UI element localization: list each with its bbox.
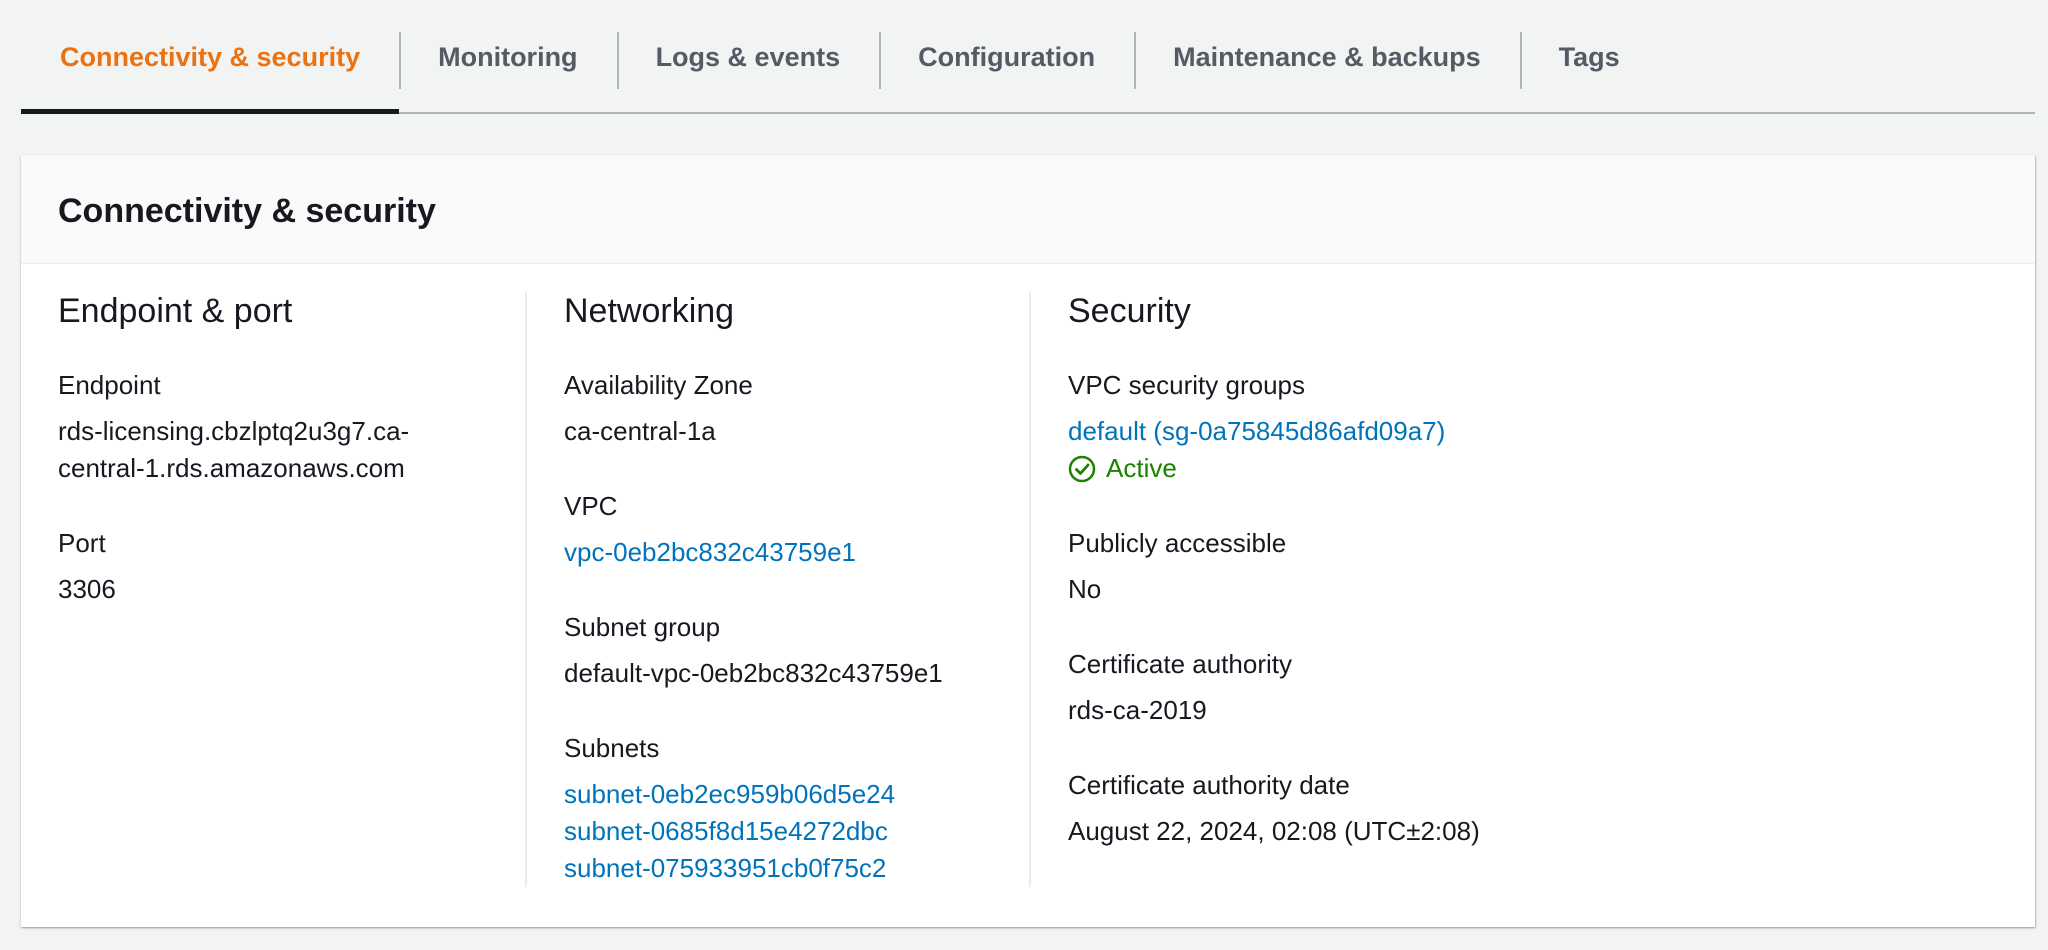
port-value: 3306 [58, 574, 116, 604]
publicly-accessible-label: Publicly accessible [1068, 528, 1287, 558]
endpoint-label: Endpoint [58, 370, 161, 400]
subnet-group-label: Subnet group [564, 612, 721, 642]
availability-zone-field: Availability Zone ca-central-1a [564, 367, 1029, 450]
certificate-authority-date-label: Certificate authority date [1068, 770, 1350, 800]
security-column: Security VPC security groups default (sg… [1029, 291, 1629, 887]
availability-zone-value: ca-central-1a [564, 416, 716, 446]
tab-tags[interactable]: Tags [1519, 0, 1659, 114]
status-text: Active [1106, 453, 1177, 483]
vpc-link[interactable]: vpc-0eb2bc832c43759e1 [564, 534, 1029, 571]
tab-logs-events[interactable]: Logs & events [616, 0, 880, 114]
vpc-security-groups-label: VPC security groups [1068, 370, 1305, 400]
endpoint-port-heading: Endpoint & port [58, 292, 293, 330]
certificate-authority-date-value: August 22, 2024, 02:08 (UTC±2:08) [1068, 816, 1480, 846]
certificate-authority-label: Certificate authority [1068, 649, 1292, 679]
certificate-authority-value: rds-ca-2019 [1068, 695, 1207, 725]
subnet-link[interactable]: subnet-075933951cb0f75c2 [564, 850, 1029, 887]
detail-tabs: Connectivity & security Monitoring Logs … [21, 0, 2035, 114]
vpc-label: VPC [564, 491, 618, 521]
panel-columns: Endpoint & port Endpoint rds-licensing.c… [21, 291, 1629, 887]
vpc-field: VPC vpc-0eb2bc832c43759e1 [564, 488, 1029, 571]
connectivity-security-panel: Connectivity & security Endpoint & port … [21, 155, 2035, 927]
tab-configuration[interactable]: Configuration [879, 0, 1134, 114]
status-badge: Active [1068, 450, 1629, 487]
subnets-field: Subnets subnet-0eb2ec959b06d5e24 subnet-… [564, 730, 1029, 887]
publicly-accessible-value: No [1068, 574, 1102, 604]
certificate-authority-date-field: Certificate authority date August 22, 20… [1068, 767, 1629, 850]
subnets-label: Subnets [564, 733, 660, 763]
security-group-link[interactable]: default (sg-0a75845d86afd09a7) [1068, 413, 1629, 450]
availability-zone-label: Availability Zone [564, 370, 753, 400]
networking-column: Networking Availability Zone ca-central-… [525, 291, 1029, 887]
port-field: Port 3306 [58, 525, 525, 608]
port-label: Port [58, 528, 106, 558]
status-positive-icon [1068, 455, 1096, 482]
endpoint-port-column: Endpoint & port Endpoint rds-licensing.c… [21, 291, 525, 887]
tab-connectivity-security[interactable]: Connectivity & security [21, 0, 400, 114]
networking-heading: Networking [564, 292, 735, 330]
panel-header: Connectivity & security [21, 155, 2035, 264]
endpoint-field: Endpoint rds-licensing.cbzlptq2u3g7.ca-c… [58, 367, 525, 487]
security-heading: Security [1068, 292, 1191, 330]
subnet-group-field: Subnet group default-vpc-0eb2bc832c43759… [564, 609, 1029, 692]
tab-monitoring[interactable]: Monitoring [399, 0, 616, 114]
subnet-link[interactable]: subnet-0eb2ec959b06d5e24 [564, 776, 1029, 813]
panel-title: Connectivity & security [58, 191, 436, 230]
certificate-authority-field: Certificate authority rds-ca-2019 [1068, 646, 1629, 729]
endpoint-value: rds-licensing.cbzlptq2u3g7.ca-central-1.… [58, 416, 410, 483]
subnet-link[interactable]: subnet-0685f8d15e4272dbc [564, 813, 1029, 850]
vpc-security-groups-field: VPC security groups default (sg-0a75845d… [1068, 367, 1629, 487]
subnets-list: subnet-0eb2ec959b06d5e24 subnet-0685f8d1… [564, 776, 1029, 887]
publicly-accessible-field: Publicly accessible No [1068, 525, 1629, 608]
subnet-group-value: default-vpc-0eb2bc832c43759e1 [564, 658, 943, 688]
tab-maintenance-backups[interactable]: Maintenance & backups [1134, 0, 1520, 114]
